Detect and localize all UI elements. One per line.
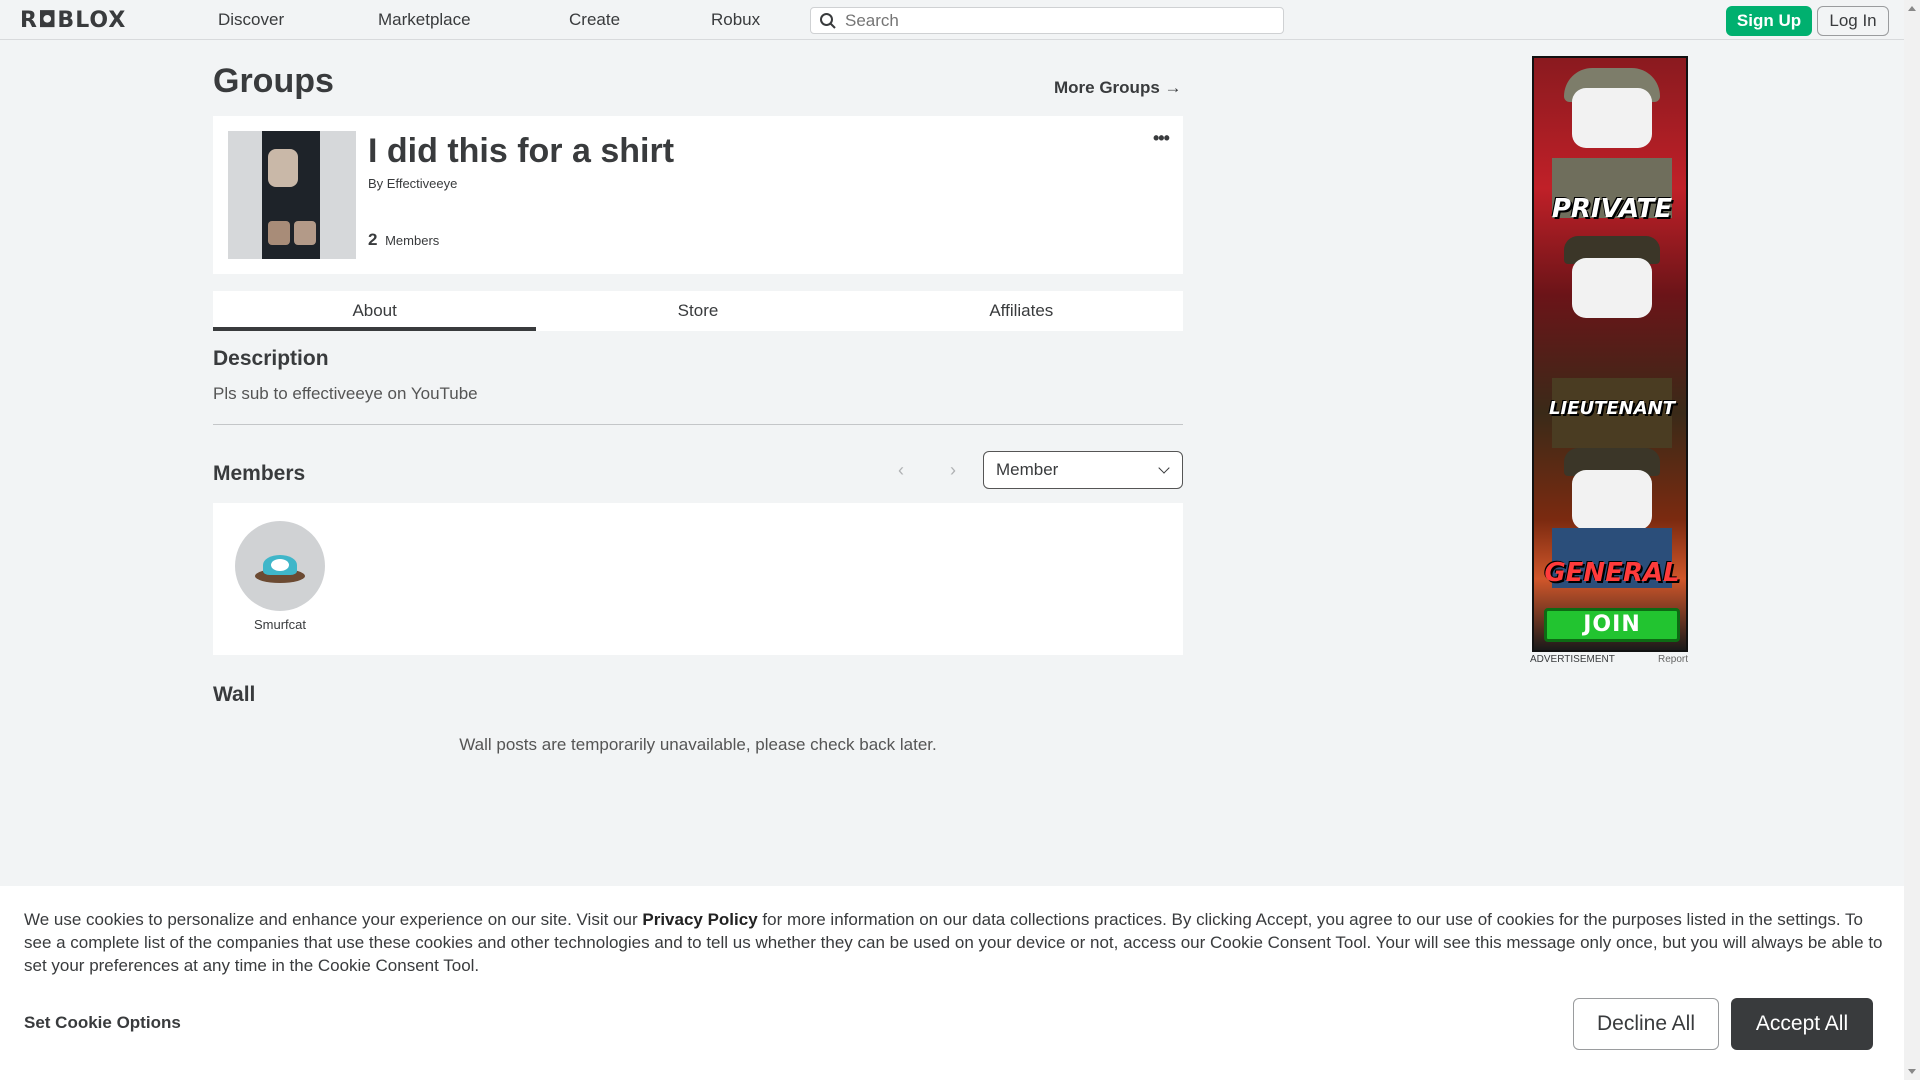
- search-input[interactable]: [845, 10, 1265, 31]
- ad-rank-private: PRIVATE: [1551, 194, 1673, 224]
- group-member-count: 2 Members: [368, 230, 439, 250]
- avatar[interactable]: [235, 521, 325, 611]
- nav-marketplace[interactable]: Marketplace: [378, 10, 471, 30]
- by-label: By: [368, 176, 384, 191]
- description-heading: Description: [213, 347, 329, 370]
- advertisement-label: ADVERTISEMENT: [1530, 654, 1615, 665]
- search-box[interactable]: [810, 7, 1284, 34]
- role-dropdown[interactable]: Member: [983, 451, 1183, 489]
- wall-heading: Wall: [213, 683, 256, 706]
- advertisement-banner[interactable]: PRIVATE LIEUTENANT GENERAL JOIN: [1532, 56, 1688, 652]
- group-owner: By Effectiveeye: [368, 176, 457, 191]
- group-header-card: I did this for a shirt By Effectiveeye 2…: [213, 116, 1183, 274]
- members-heading: Members: [213, 462, 306, 485]
- ad-join-button[interactable]: JOIN: [1544, 608, 1680, 642]
- ad-rank-lieutenant: LIEUTENANT: [1549, 398, 1675, 419]
- group-emblem: [228, 131, 356, 259]
- nav-create[interactable]: Create: [569, 10, 620, 30]
- ad-report-link[interactable]: Report: [1658, 654, 1688, 665]
- group-name: I did this for a shirt: [368, 132, 675, 170]
- cookie-banner: We use cookies to personalize and enhanc…: [0, 886, 1904, 1080]
- page-title: Groups: [213, 62, 334, 100]
- owner-link[interactable]: Effectiveeye: [387, 176, 458, 191]
- chevron-left-icon[interactable]: ‹: [898, 460, 904, 481]
- cookie-message: We use cookies to personalize and enhanc…: [24, 910, 1883, 975]
- tab-store[interactable]: Store: [536, 291, 859, 331]
- scrollbar[interactable]: [1904, 0, 1920, 1080]
- more-options-icon[interactable]: •••: [1153, 128, 1170, 149]
- member-name[interactable]: Smurfcat: [235, 617, 325, 632]
- more-groups-link[interactable]: More Groups →: [1054, 78, 1182, 98]
- chevron-right-icon[interactable]: ›: [950, 460, 956, 481]
- wall-unavailable-message: Wall posts are temporarily unavailable, …: [459, 735, 937, 754]
- roblox-logo[interactable]: R◘BLOX: [20, 8, 126, 33]
- nav-discover[interactable]: Discover: [218, 10, 284, 30]
- members-list: Smurfcat: [213, 503, 1183, 655]
- tab-about[interactable]: About: [213, 291, 537, 331]
- group-tabs: About Store Affiliates: [213, 291, 1183, 331]
- tab-affiliates[interactable]: Affiliates: [860, 291, 1183, 331]
- scroll-down-arrow-icon[interactable]: [1908, 1069, 1916, 1074]
- chevron-down-icon: [1158, 462, 1170, 474]
- ad-rank-general: GENERAL: [1544, 558, 1680, 588]
- top-navigation: R◘BLOX Discover Marketplace Create Robux…: [0, 0, 1904, 40]
- sign-up-button[interactable]: Sign Up: [1726, 6, 1812, 36]
- role-selected-value: Member: [996, 460, 1059, 479]
- accept-all-button[interactable]: Accept All: [1731, 998, 1873, 1050]
- divider: [213, 424, 1183, 425]
- privacy-policy-link[interactable]: Privacy Policy: [642, 910, 757, 929]
- scroll-up-arrow-icon[interactable]: [1908, 6, 1916, 11]
- members-label: Members: [385, 233, 440, 248]
- description-text: Pls sub to effectiveeye on YouTube: [213, 384, 478, 403]
- decline-all-button[interactable]: Decline All: [1573, 998, 1719, 1050]
- nav-robux[interactable]: Robux: [711, 10, 760, 30]
- set-cookie-options-link[interactable]: Set Cookie Options: [24, 1013, 181, 1033]
- member-card[interactable]: Smurfcat: [235, 521, 325, 632]
- log-in-button[interactable]: Log In: [1817, 6, 1889, 36]
- search-icon: [820, 12, 836, 29]
- member-count: 2: [368, 230, 378, 249]
